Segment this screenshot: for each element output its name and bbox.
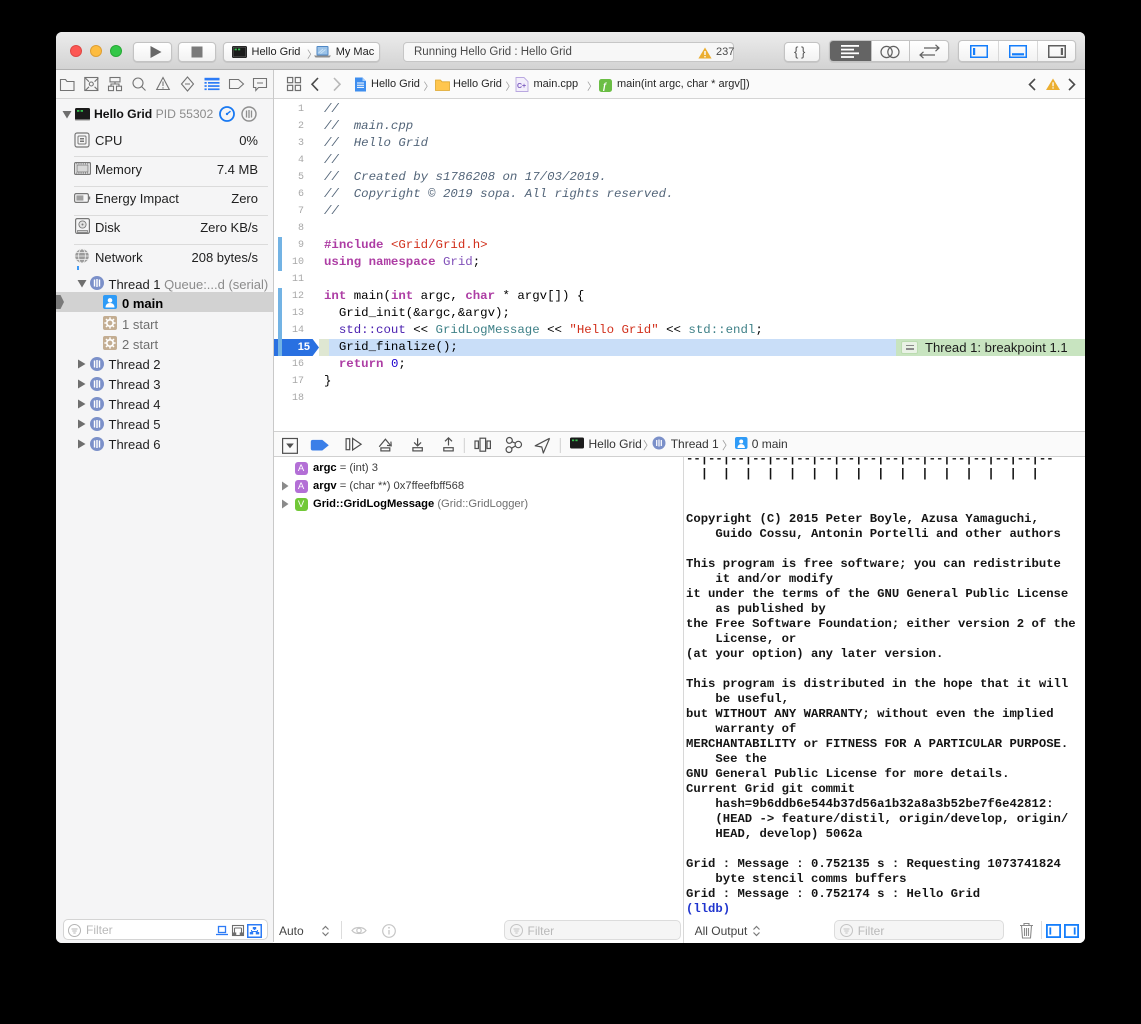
- svg-text:C+: C+: [517, 83, 526, 90]
